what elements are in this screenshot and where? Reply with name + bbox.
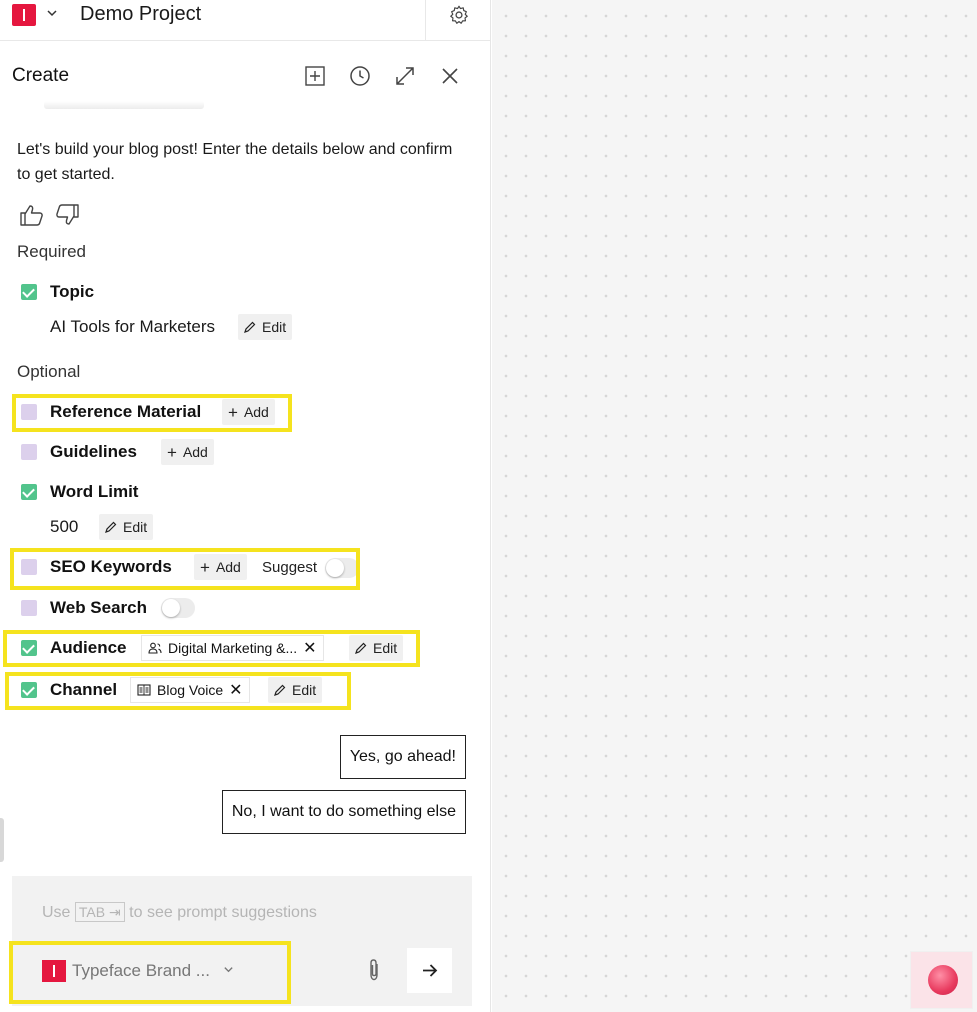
prompt-input-placeholder[interactable]: Use TAB ⇥ to see prompt suggestions [42, 902, 317, 922]
guidelines-row: Guidelines [0, 436, 490, 468]
assistant-orb-button[interactable] [910, 951, 973, 1009]
thumbs-up-icon[interactable] [19, 203, 45, 227]
do-something-else-button[interactable]: No, I want to do something else [221, 790, 466, 834]
brand-kit-logo [42, 960, 66, 982]
audience-tag[interactable]: Digital Marketing &... ✕ [141, 635, 324, 661]
word-limit-value: 500 [50, 517, 79, 536]
guidelines-label: Guidelines [50, 442, 137, 461]
dotted-canvas[interactable] [492, 0, 977, 1012]
seo-keywords-label: SEO Keywords [50, 557, 172, 576]
reference-material-add-button[interactable]: + Add [222, 399, 275, 425]
history-icon[interactable] [349, 65, 371, 87]
brand-kit-name: Typeface Brand ... [72, 961, 210, 980]
project-title[interactable]: Demo Project [80, 3, 201, 26]
seo-keywords-checkbox[interactable] [21, 559, 37, 575]
web-search-row: Web Search [0, 592, 490, 624]
panel-title: Create [12, 65, 70, 86]
web-search-label: Web Search [50, 598, 148, 617]
required-section-label: Required [17, 242, 86, 261]
word-limit-edit-label: Edit [123, 519, 148, 535]
people-icon [148, 642, 162, 654]
web-search-toggle[interactable] [161, 598, 195, 618]
optional-section-label: Optional [17, 362, 81, 381]
tab-key-hint: TAB ⇥ [74, 902, 125, 922]
word-limit-checkbox[interactable] [21, 484, 37, 500]
create-panel: Demo Project Create Let's build your blo… [0, 0, 491, 1012]
seo-keywords-add-button[interactable]: + Add [194, 554, 247, 580]
topic-edit-button[interactable]: Edit [238, 314, 293, 340]
topic-value: AI Tools for Marketers [50, 317, 216, 336]
topic-label: Topic [50, 282, 95, 301]
audience-edit-button[interactable]: Edit [349, 635, 404, 661]
reference-material-label: Reference Material [50, 402, 202, 421]
channel-tag-label: Blog Voice [157, 682, 224, 698]
channel-edit-button[interactable]: Edit [268, 677, 323, 703]
book-icon [137, 684, 151, 696]
suggest-label: Suggest [262, 559, 318, 576]
hint-prefix: Use [42, 904, 71, 921]
plus-icon: + [228, 403, 238, 422]
plus-icon: + [167, 443, 177, 462]
pencil-icon [244, 321, 256, 333]
create-header: Create [0, 41, 490, 101]
yes-go-ahead-button[interactable]: Yes, go ahead! [339, 735, 466, 779]
remove-audience-icon[interactable]: ✕ [303, 640, 316, 657]
thumbs-down-icon[interactable] [54, 203, 80, 227]
close-icon[interactable] [439, 65, 461, 87]
word-limit-row: Word Limit [0, 476, 490, 508]
seo-keywords-add-label: Add [215, 559, 241, 575]
guidelines-checkbox[interactable] [21, 444, 37, 460]
word-limit-edit-button[interactable]: Edit [99, 514, 154, 540]
brand-kit-label: Typeface Brand ... [72, 961, 234, 981]
gear-icon[interactable] [448, 4, 470, 26]
channel-label: Channel [50, 680, 118, 699]
suggest-toggle[interactable] [325, 558, 359, 578]
reference-material-checkbox[interactable] [21, 404, 37, 420]
prompt-composer[interactable]: Use TAB ⇥ to see prompt suggestions Type… [9, 876, 472, 1006]
audience-checkbox[interactable] [21, 640, 37, 656]
project-topbar: Demo Project [0, 0, 490, 41]
arrow-right-icon [423, 964, 438, 977]
topic-row: Topic [0, 276, 490, 308]
audience-edit-label: Edit [373, 640, 398, 656]
assistant-message: Let's build your blog post! Enter the de… [17, 141, 453, 183]
faded-previous-message [44, 101, 204, 109]
hint-suffix: to see prompt suggestions [129, 904, 317, 921]
audience-tag-label: Digital Marketing &... [168, 640, 298, 656]
pencil-icon [105, 521, 117, 533]
topic-edit-label: Edit [262, 319, 287, 335]
guidelines-add-button[interactable]: + Add [161, 439, 214, 465]
topic-checkbox[interactable] [21, 284, 37, 300]
channel-edit-label: Edit [292, 682, 317, 698]
plus-icon: + [200, 558, 210, 577]
pencil-icon [355, 642, 367, 654]
topbar-divider [425, 0, 426, 40]
expand-icon[interactable] [394, 65, 416, 87]
word-limit-label: Word Limit [50, 482, 139, 501]
collapsed-tab-handle[interactable] [0, 818, 4, 862]
reference-material-add-label: Add [243, 404, 269, 420]
channel-checkbox[interactable] [21, 682, 37, 698]
pencil-icon [274, 684, 286, 696]
channel-tag[interactable]: Blog Voice ✕ [130, 677, 250, 703]
guidelines-add-label: Add [182, 444, 208, 460]
chat-scroll-area[interactable]: Let's build your blog post! Enter the de… [0, 101, 490, 861]
web-search-checkbox[interactable] [21, 600, 37, 616]
new-chat-icon[interactable] [304, 65, 326, 87]
paperclip-icon[interactable] [365, 958, 383, 982]
audience-label: Audience [50, 638, 127, 657]
send-button[interactable] [407, 948, 452, 993]
chevron-down-icon [224, 967, 233, 973]
remove-channel-icon[interactable]: ✕ [229, 682, 242, 699]
chevron-down-icon[interactable] [46, 7, 58, 19]
brand-logo[interactable] [12, 4, 36, 26]
